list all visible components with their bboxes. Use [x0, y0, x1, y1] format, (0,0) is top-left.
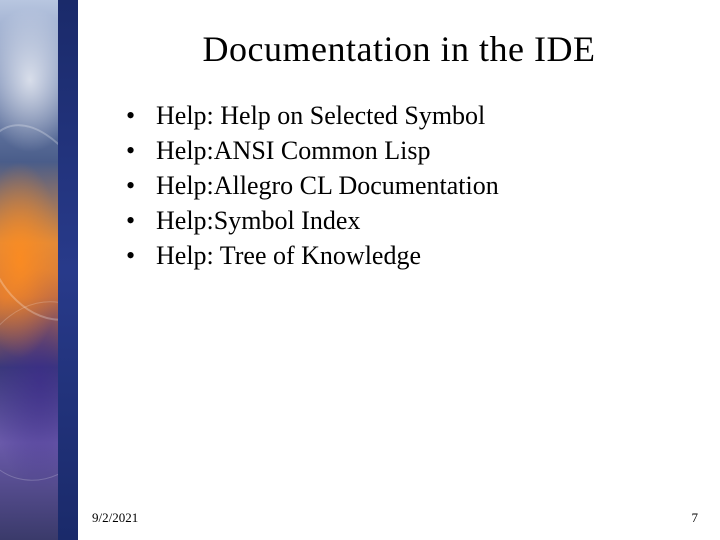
- sidebar-band: [58, 0, 78, 540]
- footer-date: 9/2/2021: [92, 510, 138, 526]
- sidebar-art: [0, 0, 58, 540]
- list-item: Help:Allegro CL Documentation: [126, 168, 690, 203]
- bullet-list: Help: Help on Selected Symbol Help:ANSI …: [108, 98, 690, 273]
- slide-content: Documentation in the IDE Help: Help on S…: [78, 0, 720, 540]
- slide-title: Documentation in the IDE: [108, 28, 690, 70]
- list-item: Help: Help on Selected Symbol: [126, 98, 690, 133]
- page-number: 7: [692, 510, 699, 526]
- list-item: Help:Symbol Index: [126, 203, 690, 238]
- list-item: Help:ANSI Common Lisp: [126, 133, 690, 168]
- slide-footer: 9/2/2021 7: [0, 510, 720, 526]
- list-item: Help: Tree of Knowledge: [126, 238, 690, 273]
- decorative-sidebar: [0, 0, 78, 540]
